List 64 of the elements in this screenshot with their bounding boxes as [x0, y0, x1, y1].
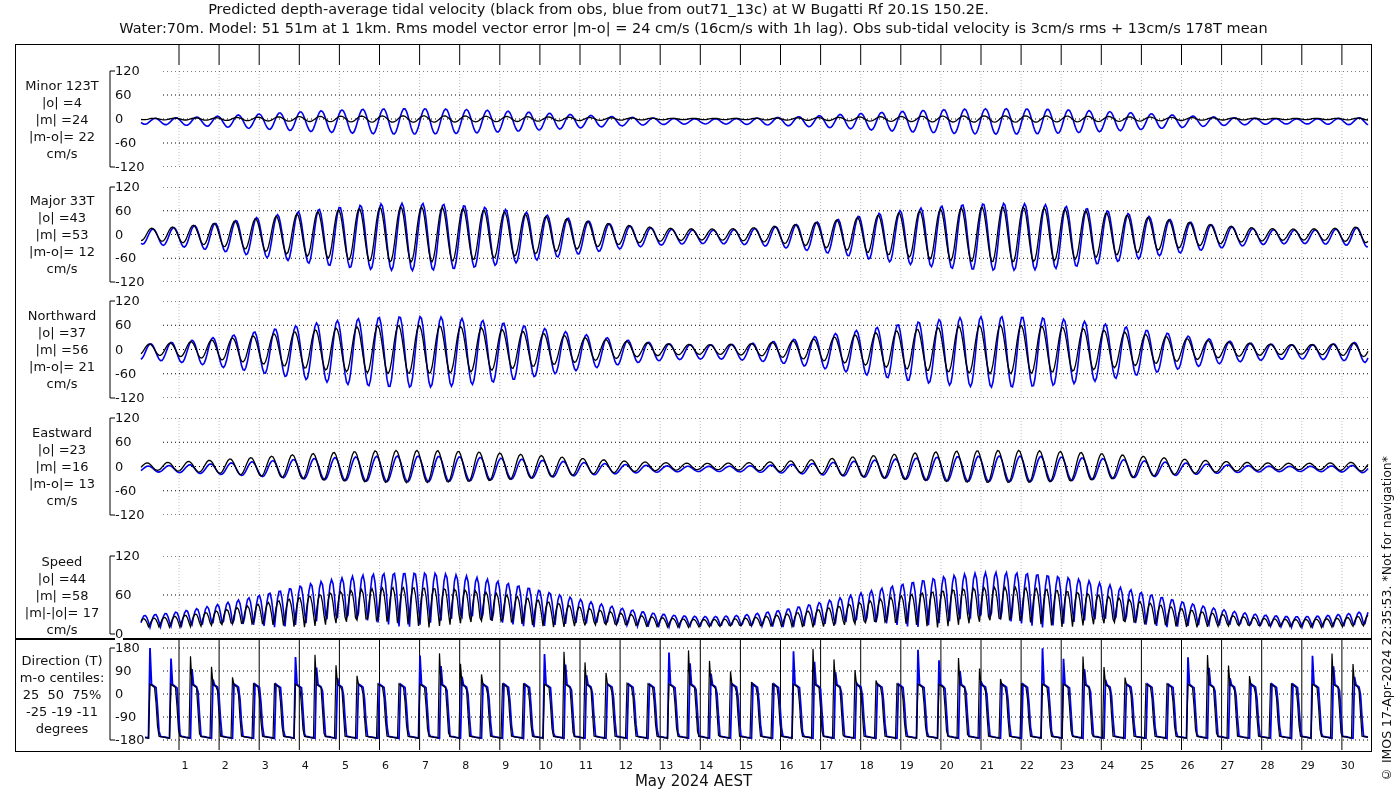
- panel-label-line: |m| =58: [35, 586, 89, 604]
- chart-title: Water:70m. Model: 51 51m at 1 1km. Rms model vector error |m-o| = 24 cm/s (16cm/s with 1h lag). Obs sub-tidal velocity is 3cm/s rms + 13cm/s 178T mean: [119, 19, 1268, 38]
- panel-label-line: Major 33T: [29, 192, 95, 209]
- day-label: 14: [698, 759, 715, 772]
- day-label: 8: [461, 759, 471, 772]
- panel-label-line: |m-o|= 12: [29, 243, 95, 260]
- day-label: 5: [340, 759, 350, 772]
- panel-label-line: cm/s: [46, 620, 78, 638]
- day-label: 28: [1259, 759, 1276, 772]
- panel-label-line: |m| =56: [35, 341, 89, 358]
- panel-label-line: |o| =37: [37, 324, 87, 341]
- day-label: 4: [300, 759, 310, 772]
- day-label: 30: [1339, 759, 1356, 772]
- panel-label-line: |m-o|= 22: [29, 127, 95, 145]
- panel-label-line: Speed: [41, 552, 83, 570]
- panel-label-line: |m-o|= 21: [29, 358, 95, 375]
- panel-label-line: |o| =44: [37, 569, 87, 587]
- day-label: 19: [898, 759, 915, 772]
- panel-label-line: |m-o|= 13: [29, 475, 95, 492]
- panel-label-line: Eastward: [32, 424, 92, 441]
- chart-title: Predicted depth-average tidal velocity (black from obs, blue from out71_13c) at W Bugatti Rf 20.1S 150.2E.: [208, 0, 989, 19]
- day-label: 17: [818, 759, 835, 772]
- panel-label-line: -25 -19 -11: [26, 702, 98, 720]
- day-label: 20: [938, 759, 955, 772]
- panel-label-line: |m|-|o|= 17: [24, 603, 100, 621]
- day-label: 21: [978, 759, 995, 772]
- panel-label-line: cm/s: [46, 375, 78, 392]
- day-label: 7: [421, 759, 431, 772]
- panel-label-line: Northward: [27, 307, 97, 324]
- day-label: 13: [658, 759, 675, 772]
- panel-label-line: degrees: [35, 719, 89, 737]
- x-axis-label: May 2024 AEST: [634, 772, 753, 790]
- panel-label-line: cm/s: [46, 144, 78, 162]
- day-label: 16: [778, 759, 795, 772]
- day-label: 3: [260, 759, 270, 772]
- panel-label-line: Direction (T): [21, 651, 103, 669]
- panel-label-line: Minor 123T: [25, 76, 99, 94]
- day-label: 27: [1219, 759, 1236, 772]
- day-label: 15: [738, 759, 755, 772]
- panel-label-line: 25 50 75%: [22, 685, 102, 703]
- panel-label-line: |m| =24: [35, 110, 89, 128]
- day-label: 1: [180, 759, 190, 772]
- day-label: 29: [1299, 759, 1316, 772]
- day-label: 25: [1139, 759, 1156, 772]
- panel-label-line: |o| =4: [42, 93, 82, 111]
- panel-label-line: cm/s: [46, 260, 78, 277]
- day-label: 12: [618, 759, 635, 772]
- day-label: 24: [1099, 759, 1116, 772]
- day-label: 2: [220, 759, 230, 772]
- day-label: 18: [858, 759, 875, 772]
- panel-label-line: cm/s: [46, 492, 78, 509]
- panel-label-line: |m| =16: [35, 458, 89, 475]
- day-label: 10: [537, 759, 554, 772]
- panel-label-line: |o| =23: [37, 441, 87, 458]
- panel-label-line: |o| =43: [37, 209, 87, 226]
- day-label: 11: [578, 759, 594, 772]
- day-label: 6: [381, 759, 390, 772]
- credit-text: © IMOS 17-Apr-2024 22:35:53. *Not for navigation*: [1378, 455, 1394, 782]
- day-label: 26: [1179, 759, 1196, 772]
- panel-label-line: |m| =53: [35, 226, 89, 243]
- day-label: 9: [501, 759, 511, 772]
- day-label: 23: [1059, 759, 1076, 772]
- panel-label-line: m-o centiles:: [19, 668, 105, 686]
- day-label: 22: [1019, 759, 1035, 772]
